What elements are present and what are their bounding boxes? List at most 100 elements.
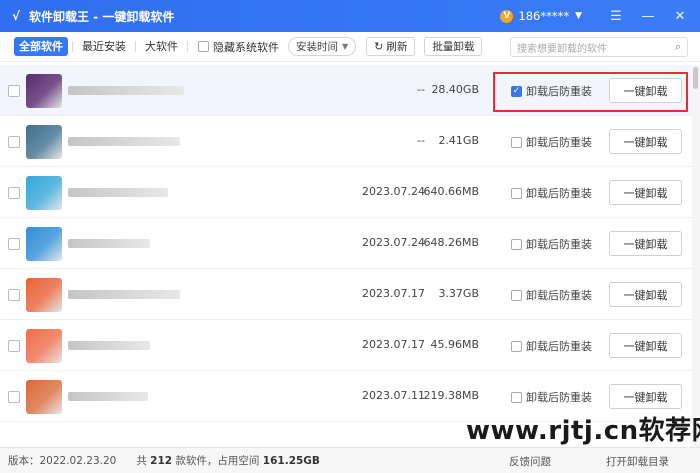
install-date: -- [417,83,425,96]
app-size: 2.41GB [438,134,479,147]
prevent-reinstall-label: 卸载后防重装 [526,187,592,200]
feedback-link[interactable]: 反馈问题 [509,454,551,469]
tab-all-software[interactable]: 全部软件 [14,37,68,56]
row-checkbox[interactable] [8,187,20,199]
one-click-uninstall-button[interactable]: 一键卸载 [609,78,682,103]
software-list: -- 28.40GB ✓ 卸载后防重装 一键卸载 -- 2.41GB 卸载后防重装 一键卸载 20… [0,65,692,447]
app-logo-icon: √ [11,9,20,23]
app-icon [26,176,62,210]
account-name[interactable]: 186***** [518,9,569,23]
summary-middle: 款软件，占用空间 [175,455,260,467]
open-uninstall-dir-link[interactable]: 打开卸载目录 [606,454,669,469]
app-icon [26,329,62,363]
app-size: 28.40GB [431,83,479,96]
menu-icon[interactable]: ☰ [604,4,628,28]
sort-select[interactable]: 安装时间 ▼ [288,37,357,56]
summary-space: 161.25GB [262,455,320,467]
row-checkbox[interactable] [8,340,20,352]
app-name-blurred [68,341,150,350]
one-click-uninstall-button[interactable]: 一键卸载 [609,282,682,307]
one-click-uninstall-button[interactable]: 一键卸载 [609,333,682,358]
summary-text: 共 212 款软件，占用空间 161.25GB [136,453,320,468]
row-checkbox[interactable] [8,289,20,301]
app-name-blurred [68,290,180,299]
batch-uninstall-button[interactable]: 批量卸载 [424,37,483,56]
scrollbar-thumb[interactable] [693,67,698,89]
app-name-blurred [68,188,168,197]
toolbar: 全部软件 最近安装 大软件 隐藏系统软件 安装时间 ▼ ↻ 刷新 批量卸载 搜索… [0,32,700,62]
app-size: 45.96MB [430,338,479,351]
app-icon [26,74,62,108]
app-size: 219.38MB [423,389,479,402]
app-icon [26,278,62,312]
hide-system-checkbox[interactable] [198,41,209,52]
table-row[interactable]: 2023.07.24 640.66MB 卸载后防重装 一键卸载 [0,167,692,218]
table-row[interactable]: -- 28.40GB ✓ 卸载后防重装 一键卸载 [0,65,692,116]
one-click-uninstall-button[interactable]: 一键卸载 [609,129,682,154]
app-icon [26,125,62,159]
refresh-icon: ↻ [374,40,384,53]
install-date: -- [417,134,425,147]
search-placeholder: 搜索想要卸载的软件 [517,43,607,55]
prevent-reinstall-label: 卸载后防重装 [526,340,592,353]
hide-system-toggle[interactable]: 隐藏系统软件 [198,39,279,55]
prevent-reinstall-checkbox[interactable] [511,136,522,148]
refresh-label: 刷新 [386,41,408,53]
prevent-reinstall-toggle[interactable]: 卸载后防重装 [511,185,592,201]
table-row[interactable]: 2023.07.17 3.37GB 卸载后防重装 一键卸载 [0,269,692,320]
prevent-reinstall-toggle[interactable]: 卸载后防重装 [511,338,592,354]
prevent-reinstall-toggle[interactable]: 卸载后防重装 [511,236,592,252]
prevent-reinstall-checkbox[interactable] [511,187,522,199]
tab-large-software[interactable]: 大软件 [140,37,183,56]
prevent-reinstall-toggle[interactable]: 卸载后防重装 [511,389,592,405]
app-size: 648.26MB [423,236,479,249]
site-watermark: www.rjtj.cn软荐网 [466,416,700,446]
vip-icon: V [500,9,514,23]
one-click-uninstall-button[interactable]: 一键卸载 [609,231,682,256]
checkmark-icon[interactable]: ✓ [511,85,522,97]
row-checkbox[interactable] [8,136,20,148]
app-name-blurred [68,239,150,248]
install-date: 2023.07.17 [362,338,425,351]
search-icon[interactable]: ⌕ [675,40,681,54]
refresh-button[interactable]: ↻ 刷新 [366,37,416,56]
prevent-reinstall-checkbox[interactable] [511,238,522,250]
tab-divider [135,41,136,52]
minimize-icon[interactable]: — [636,4,660,28]
prevent-reinstall-checkbox[interactable] [511,391,522,403]
prevent-reinstall-toggle[interactable]: 卸载后防重装 [511,134,592,150]
title-bar-controls: V 186***** ▼ ☰ — ✕ [500,0,700,32]
status-bar: 版本：2022.02.23.20 共 212 款软件，占用空间 161.25GB… [0,447,700,473]
app-size: 3.37GB [438,287,479,300]
table-row[interactable]: -- 2.41GB 卸载后防重装 一键卸载 [0,116,692,167]
prevent-reinstall-checkbox[interactable] [511,289,522,301]
install-date: 2023.07.17 [362,287,425,300]
prevent-reinstall-label: 卸载后防重装 [526,85,592,98]
hide-system-label: 隐藏系统软件 [213,40,279,54]
chevron-down-icon[interactable]: ▼ [575,11,582,21]
prevent-reinstall-label: 卸载后防重装 [526,238,592,251]
install-date: 2023.07.11 [362,389,425,402]
row-checkbox[interactable] [8,391,20,403]
prevent-reinstall-toggle[interactable]: 卸载后防重装 [511,287,592,303]
install-date: 2023.07.24 [362,185,425,198]
app-name-blurred [68,137,180,146]
row-checkbox[interactable] [8,238,20,250]
summary-prefix: 共 [136,455,147,467]
list-scrollbar[interactable] [692,65,700,447]
one-click-uninstall-button[interactable]: 一键卸载 [609,384,682,409]
prevent-reinstall-label: 卸载后防重装 [526,136,592,149]
close-icon[interactable]: ✕ [668,4,692,28]
sort-select-value: 安装时间 [296,41,338,53]
search-input[interactable]: 搜索想要卸载的软件 ⌕ [510,37,688,57]
prevent-reinstall-label: 卸载后防重装 [526,289,592,302]
prevent-reinstall-toggle[interactable]: ✓ 卸载后防重装 [511,83,592,99]
app-icon [26,380,62,414]
row-checkbox[interactable] [8,85,20,97]
prevent-reinstall-checkbox[interactable] [511,340,522,352]
table-row[interactable]: 2023.07.24 648.26MB 卸载后防重装 一键卸载 [0,218,692,269]
one-click-uninstall-button[interactable]: 一键卸载 [609,180,682,205]
tab-recently-installed[interactable]: 最近安装 [77,37,131,56]
table-row[interactable]: 2023.07.17 45.96MB 卸载后防重装 一键卸载 [0,320,692,371]
version-text: 版本：2022.02.23.20 [8,455,117,467]
